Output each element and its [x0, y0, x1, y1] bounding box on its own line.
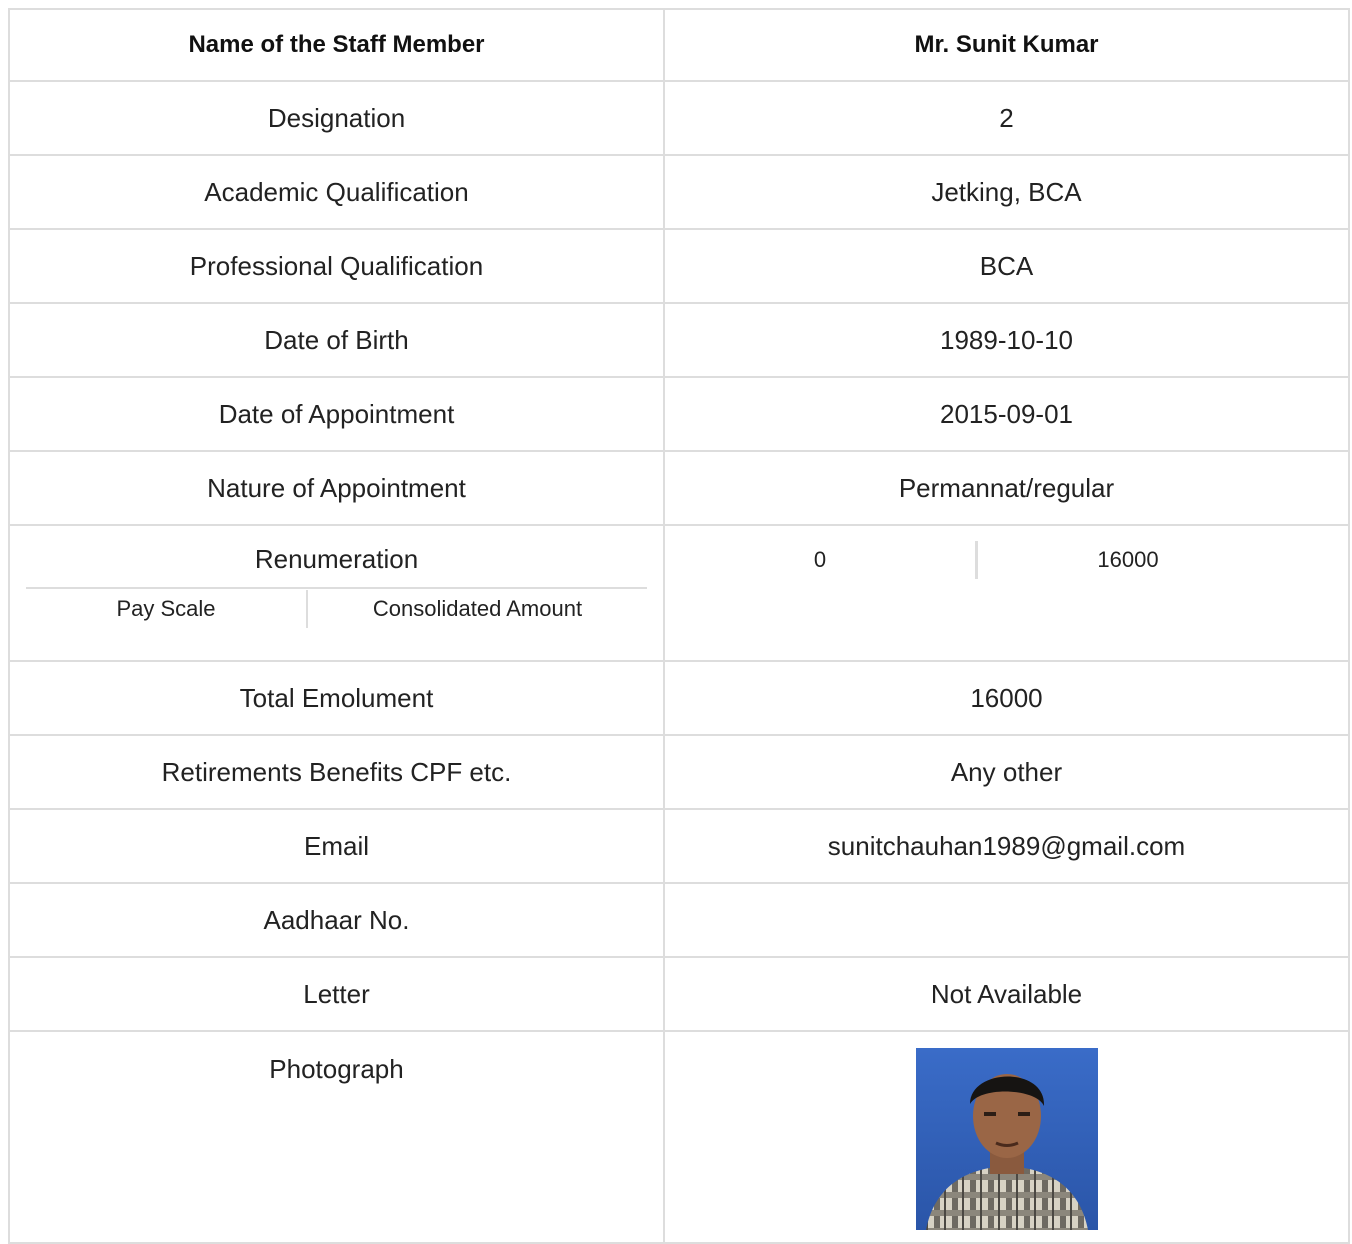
- row-value: 16000: [663, 660, 1350, 736]
- table-row: Email sunitchauhan1989@gmail.com: [8, 808, 1350, 884]
- table-row: Academic Qualification Jetking, BCA: [8, 154, 1350, 230]
- remuneration-cell: Renumeration Pay Scale Consolidated Amou…: [8, 524, 665, 662]
- row-value: 2: [663, 80, 1350, 156]
- consolidated-amount-label: Consolidated Amount: [372, 596, 583, 621]
- row-value: BCA: [663, 228, 1350, 304]
- row-label: Retirements Benefits CPF etc.: [8, 734, 665, 810]
- letter-value: Not Available: [663, 956, 1350, 1032]
- row-label: Letter: [8, 956, 665, 1032]
- row-label: Professional Qualification: [8, 228, 665, 304]
- pay-scale-value: 0: [813, 547, 827, 572]
- row-label: Date of Appointment: [8, 376, 665, 452]
- row-label: Aadhaar No.: [8, 882, 665, 958]
- row-value: 2015-09-01: [663, 376, 1350, 452]
- row-value: Permannat/regular: [663, 450, 1350, 526]
- table-row: Designation 2: [8, 80, 1350, 156]
- consolidated-amount-value: 16000: [1097, 547, 1159, 572]
- table-row: Retirements Benefits CPF etc. Any other: [8, 734, 1350, 810]
- table-row: Nature of Appointment Permannat/regular: [8, 450, 1350, 526]
- staff-photo: [916, 1048, 1098, 1230]
- aadhaar-value: [663, 882, 1350, 958]
- table-row: Date of Birth 1989-10-10: [8, 302, 1350, 378]
- row-value: Jetking, BCA: [663, 154, 1350, 230]
- photo-cell: [663, 1030, 1350, 1244]
- table-row: Date of Appointment 2015-09-01: [8, 376, 1350, 452]
- table-row: Letter Not Available: [8, 956, 1350, 1032]
- row-label: Designation: [8, 80, 665, 156]
- row-label: Email: [8, 808, 665, 884]
- row-label: Photograph: [8, 1030, 665, 1244]
- pay-scale-label: Pay Scale: [116, 596, 216, 621]
- remuneration-row: Renumeration Pay Scale Consolidated Amou…: [8, 524, 1350, 662]
- remuneration-values-cell: 0 16000: [663, 524, 1350, 662]
- remuneration-label: Renumeration: [254, 544, 419, 574]
- row-label: Academic Qualification: [8, 154, 665, 230]
- table-row: Aadhaar No.: [8, 882, 1350, 958]
- table-header-row: Name of the Staff Member Mr. Sunit Kumar: [8, 8, 1350, 82]
- row-value: 1989-10-10: [663, 302, 1350, 378]
- person-photo-icon: [916, 1048, 1098, 1230]
- photo-row: Photograph: [8, 1030, 1350, 1244]
- row-label: Total Emolument: [8, 660, 665, 736]
- table-row: Total Emolument 16000: [8, 660, 1350, 736]
- row-label: Nature of Appointment: [8, 450, 665, 526]
- remuneration-values: 0 16000: [665, 540, 1348, 580]
- header-label: Name of the Staff Member: [8, 8, 665, 82]
- table-row: Professional Qualification BCA: [8, 228, 1350, 304]
- row-value: Any other: [663, 734, 1350, 810]
- staff-name: Mr. Sunit Kumar: [663, 8, 1350, 82]
- photo-wrap: [665, 1032, 1348, 1230]
- email-value: sunitchauhan1989@gmail.com: [663, 808, 1350, 884]
- row-label: Date of Birth: [8, 302, 665, 378]
- staff-details-table: Name of the Staff Member Mr. Sunit Kumar…: [8, 8, 1350, 1244]
- remuneration-subheader: Pay Scale Consolidated Amount: [26, 587, 647, 629]
